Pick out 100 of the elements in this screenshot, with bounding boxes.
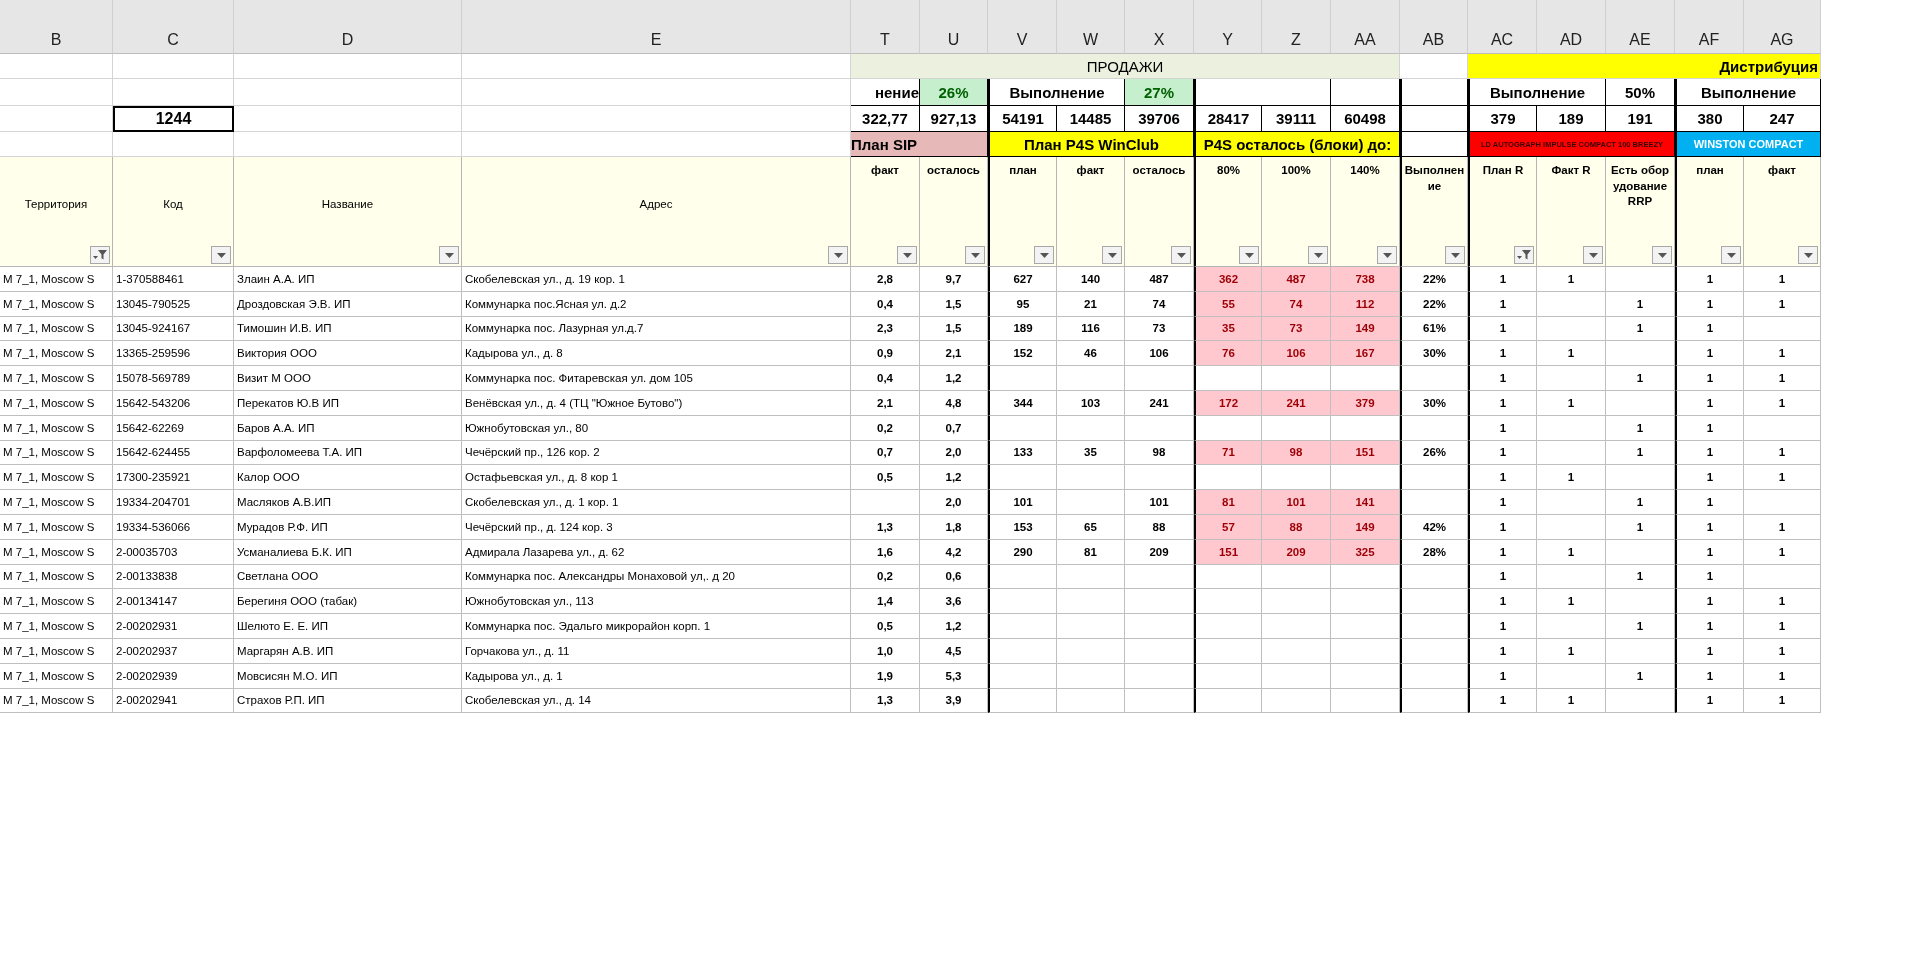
- column-letter[interactable]: W: [1057, 0, 1125, 54]
- table-cell: Скобелевская ул., д. 1 кор. 1: [462, 490, 851, 515]
- table-cell: 17300-235921: [113, 465, 234, 491]
- table-cell: Южнобутовская ул., 80: [462, 415, 851, 441]
- table-cell: 1: [1537, 391, 1606, 416]
- table-cell: 5,3: [920, 663, 988, 689]
- dropdown-button[interactable]: [211, 246, 231, 264]
- table-cell: 1: [1606, 366, 1675, 391]
- table-cell: 2-00035703: [113, 539, 234, 565]
- empty-cell: [1057, 415, 1125, 441]
- completion-percent: 27%: [1125, 79, 1194, 106]
- column-letter[interactable]: Z: [1262, 0, 1331, 54]
- dropdown-button[interactable]: [1377, 246, 1397, 264]
- table-cell: 35: [1057, 440, 1125, 466]
- table-cell: Скобелевская ул., д. 14: [462, 688, 851, 714]
- column-letter[interactable]: E: [462, 0, 851, 54]
- table-cell: 379: [1331, 391, 1400, 416]
- dropdown-button[interactable]: [1652, 246, 1672, 264]
- dropdown-button[interactable]: [1721, 246, 1741, 264]
- empty-cell: [988, 638, 1057, 664]
- dropdown-button[interactable]: [965, 246, 985, 264]
- table-cell: 0,5: [851, 614, 920, 639]
- empty-cell: [1606, 391, 1675, 416]
- dropdown-button[interactable]: [1102, 246, 1122, 264]
- empty-cell: [1400, 564, 1468, 590]
- column-letter[interactable]: Y: [1194, 0, 1262, 54]
- table-cell: 15078-569789: [113, 366, 234, 391]
- table-cell: Виктория ООО: [234, 341, 462, 367]
- column-letter[interactable]: AA: [1331, 0, 1400, 54]
- column-letter[interactable]: AD: [1537, 0, 1606, 54]
- column-letter[interactable]: U: [920, 0, 988, 54]
- column-letter[interactable]: AB: [1400, 0, 1468, 54]
- dropdown-button[interactable]: [1034, 246, 1054, 264]
- table-cell: 76: [1194, 341, 1262, 367]
- table-cell: Горчакова ул., д. 11: [462, 638, 851, 664]
- table-cell: 71: [1194, 440, 1262, 466]
- table-cell: 172: [1194, 391, 1262, 416]
- empty-cell: [1606, 465, 1675, 491]
- table-cell: М 7_1, Moscow S: [0, 465, 113, 491]
- table-cell: 2,8: [851, 267, 920, 292]
- table-cell: 98: [1262, 440, 1331, 466]
- dropdown-button[interactable]: [1583, 246, 1603, 264]
- column-letter[interactable]: AF: [1675, 0, 1744, 54]
- table-cell: 1,8: [920, 514, 988, 540]
- table-cell: 1,9: [851, 663, 920, 689]
- column-letter[interactable]: T: [851, 0, 920, 54]
- table-cell: 15642-543206: [113, 391, 234, 416]
- table-cell: 73: [1262, 316, 1331, 342]
- column-letter[interactable]: D: [234, 0, 462, 54]
- dropdown-button[interactable]: [1239, 246, 1259, 264]
- table-cell: 1: [1468, 638, 1537, 664]
- table-cell: 1,2: [920, 614, 988, 639]
- column-letter[interactable]: B: [0, 0, 113, 54]
- dropdown-button[interactable]: [828, 246, 848, 264]
- column-letter[interactable]: V: [988, 0, 1057, 54]
- table-cell: 290: [988, 539, 1057, 565]
- empty-cell: [1057, 366, 1125, 391]
- column-letter[interactable]: C: [113, 0, 234, 54]
- table-cell: 1: [1468, 589, 1537, 615]
- table-cell: 1: [1468, 291, 1537, 317]
- table-cell: 1: [1675, 391, 1744, 416]
- table-cell: 1,5: [920, 291, 988, 317]
- dropdown-button[interactable]: [439, 246, 459, 264]
- empty-cell: [1057, 564, 1125, 590]
- table-cell: 1,5: [920, 316, 988, 342]
- table-cell: 1: [1537, 539, 1606, 565]
- table-cell: 1: [1744, 539, 1821, 565]
- filter-button[interactable]: [1514, 246, 1534, 264]
- dropdown-arrow-icon: [1382, 252, 1392, 258]
- dropdown-button[interactable]: [1171, 246, 1191, 264]
- table-cell: Злаин А.А. ИП: [234, 267, 462, 292]
- table-cell: 1,0: [851, 638, 920, 664]
- empty-cell: [1125, 589, 1194, 615]
- table-cell: 1: [1606, 663, 1675, 689]
- dropdown-button[interactable]: [1445, 246, 1465, 264]
- dropdown-button[interactable]: [897, 246, 917, 264]
- table-cell: М 7_1, Moscow S: [0, 291, 113, 317]
- table-cell: 487: [1262, 267, 1331, 292]
- table-cell: 0,7: [920, 415, 988, 441]
- empty-cell: [1400, 614, 1468, 639]
- dropdown-button[interactable]: [1308, 246, 1328, 264]
- table-cell: М 7_1, Moscow S: [0, 316, 113, 342]
- empty-cell: [1057, 589, 1125, 615]
- total-value: 1244: [113, 106, 234, 132]
- table-cell: М 7_1, Moscow S: [0, 539, 113, 565]
- table-cell: 152: [988, 341, 1057, 367]
- table-cell: 1: [1744, 341, 1821, 367]
- table-cell: 2-00202939: [113, 663, 234, 689]
- empty-cell: [1125, 415, 1194, 441]
- table-cell: 151: [1331, 440, 1400, 466]
- completion-label: Выполнение: [1468, 79, 1606, 106]
- column-letter[interactable]: AE: [1606, 0, 1675, 54]
- filter-button[interactable]: [90, 246, 110, 264]
- table-cell: 1: [1744, 391, 1821, 416]
- column-letter[interactable]: AG: [1744, 0, 1821, 54]
- dropdown-button[interactable]: [1798, 246, 1818, 264]
- column-letter[interactable]: AC: [1468, 0, 1537, 54]
- column-letter[interactable]: X: [1125, 0, 1194, 54]
- table-cell: 35: [1194, 316, 1262, 342]
- group-title: План SIP: [851, 132, 988, 157]
